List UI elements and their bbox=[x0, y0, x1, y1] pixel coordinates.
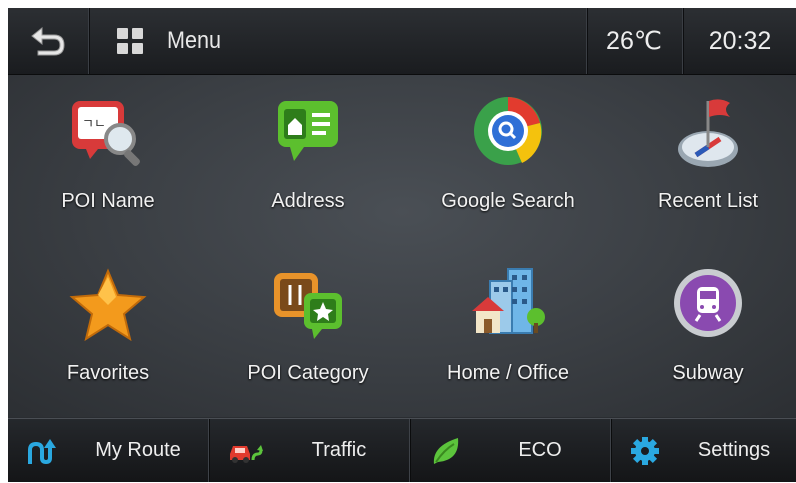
bottom-bar: My Route Traffic ECO Settings bbox=[8, 418, 796, 482]
menu-label: Menu bbox=[167, 27, 222, 54]
menu-item-label: POI Name bbox=[61, 190, 155, 212]
menu-item-label: Address bbox=[271, 190, 345, 212]
recent-list-icon bbox=[678, 99, 738, 167]
menu-item-home-office[interactable]: Home / Office bbox=[408, 247, 608, 417]
menu-item-address[interactable]: Address bbox=[208, 75, 408, 245]
traffic-car-icon bbox=[230, 445, 263, 463]
bottom-item-label: Settings bbox=[697, 439, 771, 461]
menu-item-poi-category[interactable]: POI Category bbox=[208, 247, 408, 417]
menu-item-label: Favorites bbox=[66, 362, 150, 384]
menu-button[interactable]: Menu bbox=[89, 8, 586, 74]
my-route-icon bbox=[28, 439, 56, 465]
menu-item-label: Google Search bbox=[441, 190, 575, 212]
back-arrow-icon bbox=[31, 26, 65, 56]
home-office-icon bbox=[472, 268, 545, 334]
menu-item-label: Subway bbox=[672, 362, 744, 384]
poi-category-icon bbox=[274, 273, 342, 339]
menu-item-favorites[interactable]: Favorites bbox=[8, 247, 208, 417]
bottom-item-label: ECO bbox=[518, 439, 562, 461]
favorites-star-icon bbox=[69, 268, 147, 342]
subway-icon bbox=[674, 269, 742, 337]
clock-display: 20:32 bbox=[708, 26, 772, 55]
menu-item-label: Home / Office bbox=[447, 362, 569, 384]
menu-grid: ㄱㄴ POI Name Address Google Search Recent… bbox=[8, 75, 796, 417]
top-bar: Menu 26℃ 20:32 bbox=[8, 8, 796, 75]
menu-item-label: Recent List bbox=[657, 190, 759, 212]
back-button[interactable] bbox=[8, 8, 88, 74]
eco-leaf-icon bbox=[433, 438, 459, 464]
menu-grid-icon bbox=[117, 28, 143, 54]
menu-item-recent-list[interactable]: Recent List bbox=[608, 75, 796, 245]
temperature-display: 26℃ bbox=[606, 27, 662, 55]
traffic-button[interactable]: Traffic bbox=[209, 419, 409, 482]
app-frame: Menu 26℃ 20:32 ㄱㄴ POI Name Address Googl… bbox=[8, 8, 796, 482]
menu-item-subway[interactable]: Subway bbox=[608, 247, 796, 417]
my-route-button[interactable]: My Route bbox=[8, 419, 208, 482]
google-search-icon bbox=[474, 97, 542, 165]
bottom-item-label: My Route bbox=[95, 439, 181, 461]
menu-item-google-search[interactable]: Google Search bbox=[408, 75, 608, 245]
settings-gear-icon bbox=[631, 437, 659, 465]
poi-name-icon: ㄱㄴ bbox=[72, 101, 140, 166]
svg-text:ㄱㄴ: ㄱㄴ bbox=[82, 117, 106, 132]
settings-button[interactable]: Settings bbox=[611, 419, 796, 482]
menu-item-poi-name[interactable]: ㄱㄴ POI Name bbox=[8, 75, 208, 245]
bottom-item-label: Traffic bbox=[311, 439, 367, 461]
menu-item-label: POI Category bbox=[247, 362, 369, 384]
eco-button[interactable]: ECO bbox=[410, 419, 610, 482]
address-icon bbox=[278, 101, 338, 161]
